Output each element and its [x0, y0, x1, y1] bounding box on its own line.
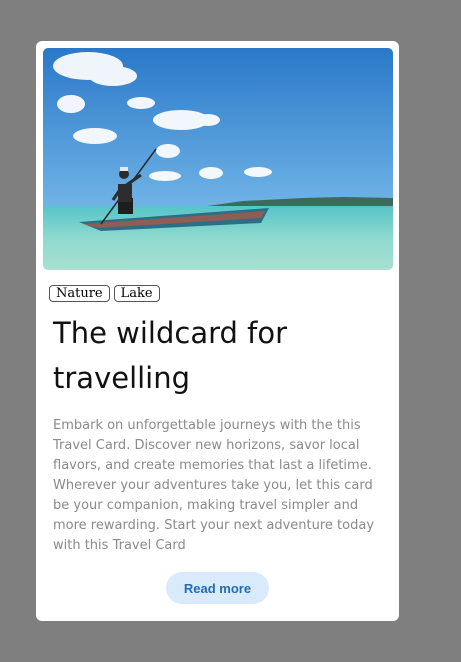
read-more-button[interactable]: Read more — [166, 572, 269, 604]
lake-boat-photo — [43, 48, 393, 270]
travel-card: Nature Lake The wildcard for travelling … — [36, 41, 399, 621]
card-description: Embark on unforgettable journeys with th… — [53, 418, 375, 553]
card-title: The wildcard for travelling — [53, 316, 288, 395]
tag-nature[interactable]: Nature — [49, 285, 110, 302]
tag-list: Nature Lake — [49, 285, 160, 302]
tag-lake[interactable]: Lake — [113, 285, 160, 302]
